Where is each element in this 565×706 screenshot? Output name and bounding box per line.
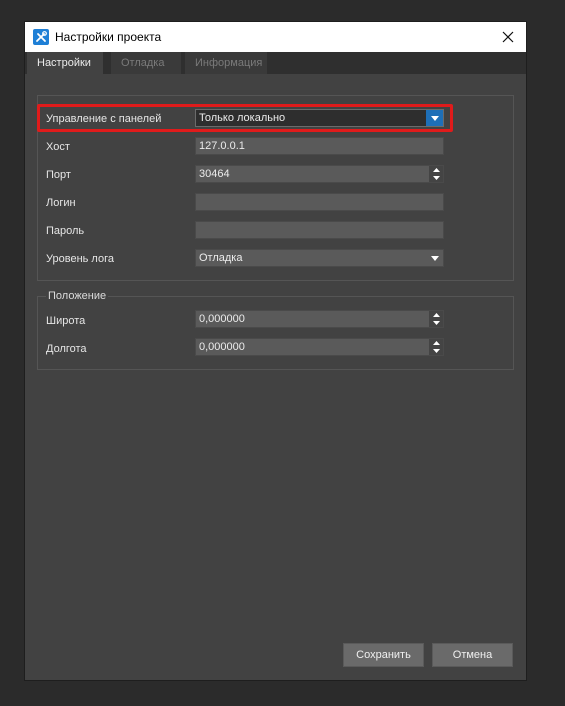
save-button[interactable]: Сохранить [343,643,424,667]
latitude-label: Широта [46,315,86,327]
latitude-value: 0,000000 [199,313,245,325]
spin-down-icon[interactable] [429,319,443,327]
port-label: Порт [46,169,71,181]
panel-control-label: Управление с панелей [46,113,162,125]
cancel-button[interactable]: Отмена [432,643,513,667]
longitude-value: 0,000000 [199,341,245,353]
longitude-spinbox[interactable]: 0,000000 [195,338,444,356]
tab-info[interactable]: Информация [185,52,267,74]
host-label: Хост [46,141,70,153]
tools-icon [33,29,49,45]
latitude-spin-buttons[interactable] [429,311,443,327]
log-level-label: Уровень лога [46,253,114,265]
tab-settings[interactable]: Настройки [27,52,103,74]
spin-down-icon[interactable] [429,174,443,182]
spin-down-icon[interactable] [429,347,443,355]
log-level-value: Отладка [199,252,243,264]
spin-up-icon[interactable] [429,311,443,319]
panel-control-select[interactable]: Только локально [195,109,444,127]
login-label: Логин [46,197,76,209]
chevron-down-icon [426,250,443,266]
tab-debug[interactable]: Отладка [111,52,181,74]
log-level-select[interactable]: Отладка [195,249,444,267]
latitude-spinbox[interactable]: 0,000000 [195,310,444,328]
longitude-spin-buttons[interactable] [429,339,443,355]
password-input[interactable] [195,221,444,239]
port-spin-buttons[interactable] [429,166,443,182]
close-icon [502,31,514,43]
close-button[interactable] [490,22,526,52]
spin-up-icon[interactable] [429,166,443,174]
login-input[interactable] [195,193,444,211]
port-spinbox[interactable]: 30464 [195,165,444,183]
window-title: Настройки проекта [55,30,162,44]
longitude-label: Долгота [46,343,87,355]
port-value: 30464 [199,168,230,180]
panel-control-value: Только локально [199,112,286,124]
position-group: Положение [37,290,514,370]
tab-bar: Настройки Отладка Информация [25,52,526,74]
host-input[interactable] [195,137,444,155]
password-label: Пароль [46,225,85,237]
position-group-title: Положение [46,290,109,302]
title-bar: Настройки проекта [25,22,526,52]
chevron-down-icon [426,110,443,126]
project-settings-dialog: Настройки проекта Настройки Отладка Инфо… [24,21,527,681]
spin-up-icon[interactable] [429,339,443,347]
